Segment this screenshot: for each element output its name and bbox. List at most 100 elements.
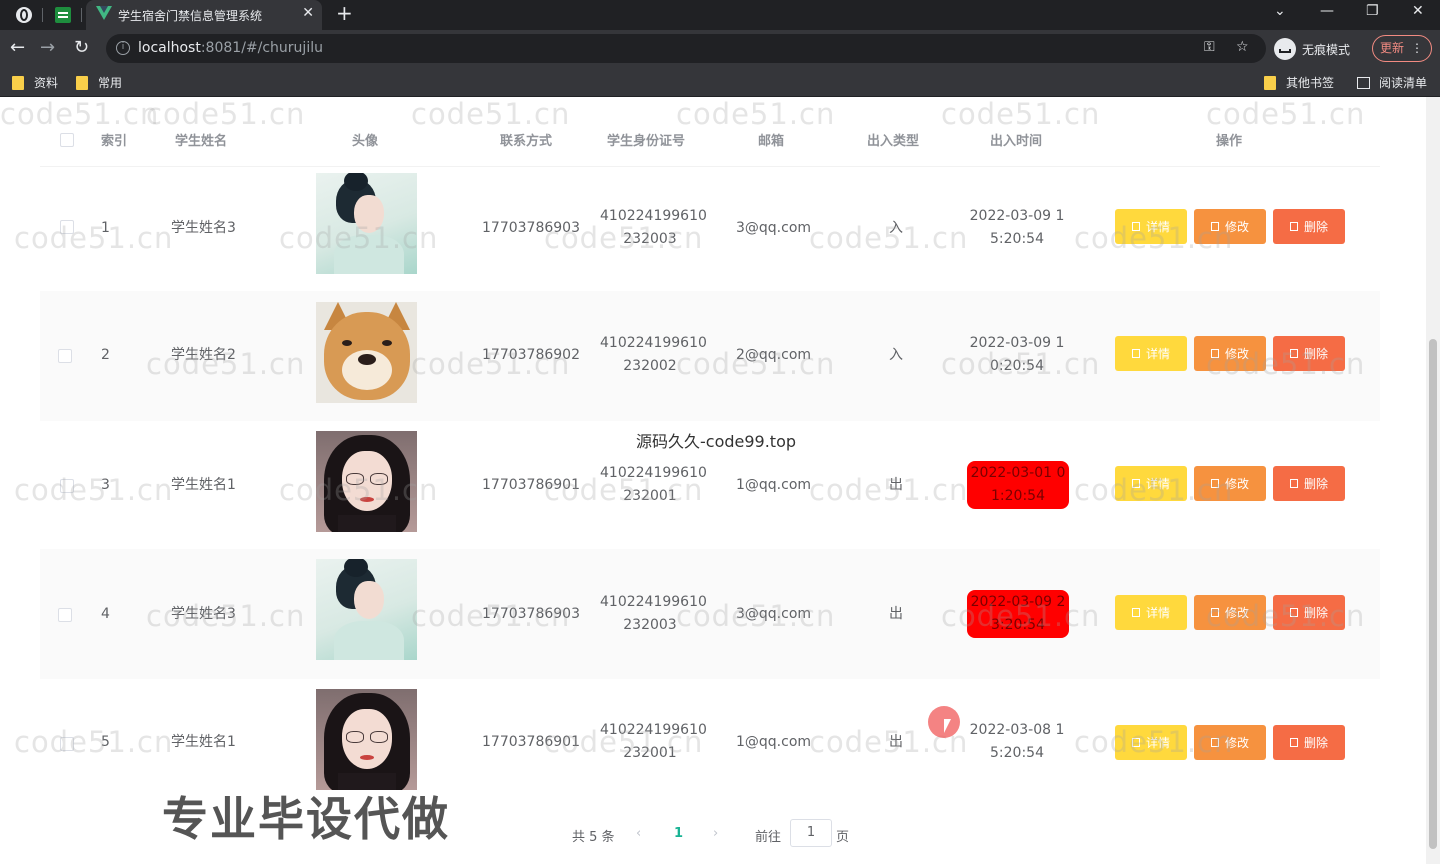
other-bookmarks[interactable]: 其他书签	[1264, 74, 1334, 91]
bookmark-star-icon[interactable]: ☆	[1236, 39, 1249, 55]
goto-label: 前往	[755, 830, 782, 845]
time-line-1: 2022-03-08 1	[969, 722, 1065, 738]
delete-button[interactable]: 删除	[1273, 725, 1345, 760]
goto-page-input[interactable]: 1	[790, 819, 832, 847]
watermark: code51.cn	[0, 97, 160, 131]
delete-label: 删除	[1303, 220, 1328, 234]
cell-email: 3@qq.com	[736, 220, 812, 236]
cell-name: 学生姓名1	[171, 734, 236, 750]
update-label: 更新	[1380, 41, 1405, 55]
reload-icon[interactable]: ↻	[74, 37, 89, 58]
watermark: code51.cn	[411, 97, 571, 131]
page-number-current[interactable]: 1	[674, 826, 683, 841]
watermark: code51.cn	[411, 347, 571, 381]
cell-index: 4	[101, 606, 110, 622]
site-info-icon[interactable]: i	[116, 41, 130, 55]
spreadsheet-icon[interactable]	[55, 7, 71, 23]
reading-list[interactable]: 阅读清单	[1357, 74, 1427, 91]
page-scrollbar[interactable]	[1426, 97, 1440, 864]
restore-icon[interactable]: ❐	[1366, 3, 1379, 19]
watermark: code51.cn	[411, 599, 571, 633]
detail-button[interactable]: 详情	[1115, 336, 1187, 371]
reading-list-label: 阅读清单	[1379, 76, 1428, 90]
browser-tab-bar: 学生宿舍门禁信息管理系统 ✕ + ⌄ — ❐ ✕	[0, 0, 1440, 30]
delete-label: 删除	[1303, 477, 1328, 491]
cell-type: 入	[889, 347, 903, 363]
header-id-card[interactable]: 学生身份证号	[607, 130, 685, 149]
header-type[interactable]: 出入类型	[867, 130, 919, 149]
page-suffix: 页	[836, 830, 850, 845]
document-icon	[1131, 349, 1140, 358]
promo-banner-text: 专业毕设代做	[162, 792, 450, 846]
header-phone[interactable]: 联系方式	[500, 130, 552, 149]
close-window-icon[interactable]: ✕	[1412, 3, 1424, 19]
next-page-button[interactable]: ›	[713, 826, 718, 841]
header-time[interactable]: 出入时间	[990, 130, 1042, 149]
header-name[interactable]: 学生姓名	[175, 130, 227, 149]
watermark: code51.cn	[941, 347, 1101, 381]
url-text[interactable]: localhost:8081/#/churujilu	[138, 40, 323, 56]
trash-icon	[1289, 479, 1298, 488]
key-icon[interactable]: ⚿	[1204, 39, 1215, 55]
watermark: code51.cn	[14, 725, 174, 759]
woman-glasses-avatar[interactable]	[316, 689, 417, 790]
pagination-total: 共 5 条	[572, 830, 615, 845]
update-button[interactable]: 更新 ⋮	[1372, 35, 1432, 62]
time-line-2: 5:20:54	[990, 745, 1044, 761]
cell-name: 学生姓名3	[171, 220, 236, 236]
mouse-pointer-icon	[944, 719, 951, 733]
new-tab-button[interactable]: +	[336, 1, 353, 25]
cell-type: 出	[889, 606, 903, 622]
header-actions: 操作	[1216, 134, 1243, 149]
bookmarks-bar: 资料 常用 其他书签 阅读清单	[0, 67, 1440, 97]
folder-icon	[1264, 75, 1276, 90]
menu-dots-icon[interactable]: ⋮	[1411, 36, 1423, 61]
id-line-2: 232002	[623, 358, 677, 374]
incognito-indicator[interactable]: 无痕模式	[1274, 38, 1350, 60]
forward-arrow-icon[interactable]: →	[40, 37, 55, 58]
minimize-icon[interactable]: —	[1320, 3, 1334, 19]
address-bar[interactable]: i localhost:8081/#/churujilu ⚿ ☆	[106, 34, 1266, 63]
prev-page-button[interactable]: ‹	[636, 826, 641, 841]
page-content: 索引 学生姓名 头像 联系方式 学生身份证号 邮箱 出入类型 出入时间 操作 1…	[0, 97, 1426, 864]
header-avatar[interactable]: 头像	[352, 130, 378, 149]
watermark: code51.cn	[1206, 599, 1366, 633]
cell-name: 学生姓名1	[171, 477, 236, 493]
header-email[interactable]: 邮箱	[758, 130, 784, 149]
watermark: code51.cn	[1074, 221, 1234, 255]
row-checkbox[interactable]	[58, 349, 72, 363]
document-icon	[1131, 608, 1140, 617]
scrollbar-thumb[interactable]	[1429, 339, 1437, 849]
woman-teal-avatar[interactable]	[316, 559, 417, 660]
select-all-checkbox[interactable]	[60, 133, 74, 147]
tab-separator	[42, 8, 43, 22]
watermark: code51.cn	[14, 473, 174, 507]
row-checkbox[interactable]	[58, 608, 72, 622]
browser-tab-active[interactable]: 学生宿舍门禁信息管理系统 ✕	[86, 0, 322, 30]
watermark: code51.cn	[676, 347, 836, 381]
cell-email: 1@qq.com	[736, 734, 812, 750]
close-tab-icon[interactable]: ✕	[302, 5, 314, 21]
watermark: code51.cn	[1074, 725, 1234, 759]
watermark: code51.cn	[544, 473, 704, 507]
delete-button[interactable]: 删除	[1273, 466, 1345, 501]
bookmark-folder-changyong[interactable]: 常用	[76, 74, 122, 91]
back-arrow-icon[interactable]: ←	[10, 37, 25, 58]
header-index[interactable]: 索引	[101, 130, 127, 149]
detail-button[interactable]: 详情	[1115, 595, 1187, 630]
chevron-down-icon[interactable]: ⌄	[1274, 3, 1286, 19]
watermark: code51.cn	[809, 221, 969, 255]
vue-logo-icon	[96, 6, 112, 20]
bookmark-folder-ziliao[interactable]: 资料	[12, 74, 58, 91]
cell-time: 2022-03-09 1 5:20:54	[966, 205, 1068, 251]
delete-button[interactable]: 删除	[1273, 209, 1345, 244]
bookmark-label: 资料	[34, 76, 59, 90]
watermark: code51.cn	[279, 221, 439, 255]
bookmark-label: 常用	[98, 76, 123, 90]
watermark: code51.cn	[809, 473, 969, 507]
watermark: code51.cn	[279, 473, 439, 507]
tab-separator	[81, 8, 82, 22]
globe-icon[interactable]	[16, 7, 32, 23]
shiba-dog-avatar[interactable]	[316, 302, 417, 403]
detail-label: 详情	[1145, 347, 1170, 361]
